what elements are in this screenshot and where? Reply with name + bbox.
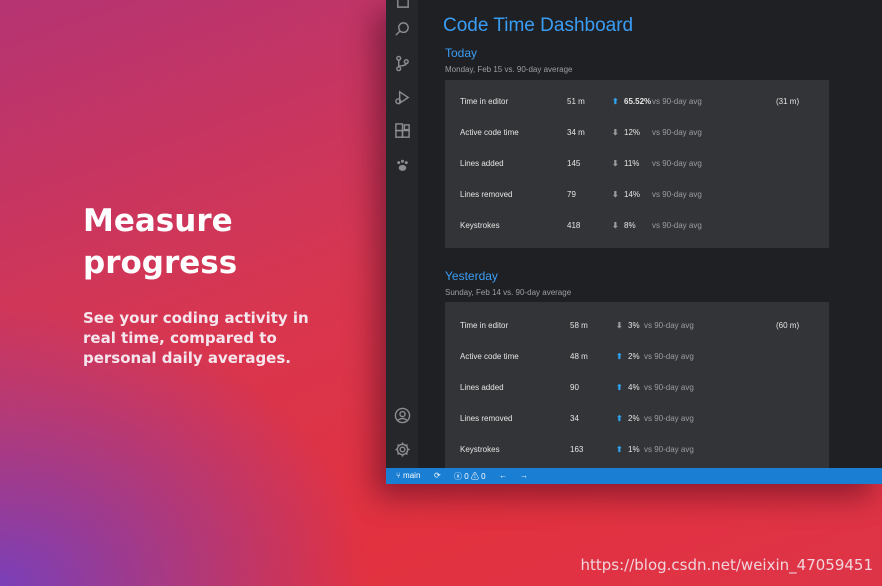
- account-icon[interactable]: [393, 406, 411, 424]
- stat-change: 2%: [628, 352, 640, 361]
- today-stats-card: ⬆ Time in editor 51 m 65.52% vs 90-day avg (3…: [445, 80, 829, 248]
- settings-gear-icon[interactable]: [393, 440, 411, 458]
- stat-comparison: vs 90-day avg: [644, 352, 694, 361]
- stat-change: 65.52%: [624, 97, 652, 106]
- search-icon[interactable]: [393, 20, 411, 38]
- warning-count: 0: [481, 472, 486, 481]
- stat-comparison: vs 90-day avg: [652, 128, 702, 137]
- promo-heading-line2: progress: [83, 245, 238, 281]
- stat-change: 8%: [624, 221, 636, 230]
- arrow-down-icon: ⬇: [612, 159, 619, 168]
- dashboard-title: Code Time Dashboard: [443, 15, 634, 36]
- stat-value: 48 m: [570, 352, 588, 361]
- stat-value: 145: [567, 159, 581, 168]
- sync-icon[interactable]: ⟳: [434, 471, 441, 480]
- stat-row: ⬇ Active code time 34 m 12% vs 90-day avg: [445, 124, 829, 142]
- stat-row: ⬇ Time in editor 58 m 3% vs 90-day avg (60 m): [445, 317, 829, 335]
- stat-value: 51 m: [567, 97, 585, 106]
- today-subtitle: Monday, Feb 15 vs. 90-day average: [445, 65, 573, 74]
- watermark: https://blog.csdn.net/weixin_47059451: [580, 556, 873, 574]
- promo-panel: Measure progress See your coding activit…: [83, 200, 343, 368]
- stat-value: 34: [570, 414, 579, 423]
- stat-metric: Active code time: [460, 128, 519, 137]
- stat-metric: Lines added: [460, 383, 504, 392]
- error-icon: ⓧ: [454, 472, 462, 481]
- stat-value: 58 m: [570, 321, 588, 330]
- today-title: Today: [445, 46, 478, 60]
- stat-average: (60 m): [776, 321, 800, 330]
- arrow-down-icon: ⬇: [612, 221, 619, 230]
- arrow-up-icon: ⬆: [616, 383, 623, 392]
- stat-change: 4%: [628, 383, 640, 392]
- stat-metric: Time in editor: [460, 321, 509, 330]
- yesterday-stats-card: ⬇ Time in editor 58 m 3% vs 90-day avg (60 m)…: [445, 302, 829, 468]
- yesterday-title: Yesterday: [445, 269, 498, 283]
- stat-row: ⬆ Time in editor 51 m 65.52% vs 90-day avg (3…: [445, 93, 829, 111]
- stat-change: 1%: [628, 445, 640, 454]
- branch-name: main: [403, 471, 421, 480]
- back-arrow-icon[interactable]: ←: [499, 471, 507, 480]
- run-debug-icon[interactable]: [393, 88, 411, 106]
- problems-indicator[interactable]: ⓧ 0 ⚠ 0: [454, 471, 486, 482]
- stat-row: ⬆ Keystrokes 163 1% vs 90-day avg: [445, 441, 829, 459]
- stat-change: 11%: [624, 159, 640, 168]
- branch-indicator[interactable]: ⑂ main: [396, 471, 420, 480]
- stat-comparison: vs 90-day avg: [652, 221, 702, 230]
- stat-value: 34 m: [567, 128, 585, 137]
- branch-icon: ⑂: [396, 471, 401, 480]
- code-time-paw-icon[interactable]: [393, 156, 411, 174]
- arrow-down-icon: ⬇: [616, 321, 623, 330]
- stat-metric: Time in editor: [460, 97, 509, 106]
- stat-value: 79: [567, 190, 576, 199]
- stat-change: 3%: [628, 321, 640, 330]
- arrow-up-icon: ⬆: [616, 352, 623, 361]
- stat-metric: Keystrokes: [460, 221, 500, 230]
- stat-change: 2%: [628, 414, 640, 423]
- stat-comparison: vs 90-day avg: [652, 190, 702, 199]
- status-bar: ⑂ main ⟳ ⓧ 0 ⚠ 0 ← →: [386, 468, 882, 484]
- promo-heading-line1: Measure: [83, 203, 233, 239]
- stat-metric: Lines added: [460, 159, 504, 168]
- stat-comparison: vs 90-day avg: [644, 321, 694, 330]
- stat-row: ⬆ Active code time 48 m 2% vs 90-day avg: [445, 348, 829, 366]
- dashboard-view: Code Time Dashboard Today Monday, Feb 15…: [418, 0, 882, 468]
- stat-value: 90: [570, 383, 579, 392]
- stat-change: 12%: [624, 128, 641, 137]
- editor-window: Code Time Dashboard Today Monday, Feb 15…: [386, 0, 882, 484]
- promo-heading: Measure progress: [83, 200, 343, 284]
- stat-metric: Lines removed: [460, 190, 513, 199]
- promo-description: See your coding activity in real time, c…: [83, 309, 309, 367]
- stat-row: ⬇ Lines removed 79 14% vs 90-day avg: [445, 186, 829, 204]
- stat-row: ⬇ Keystrokes 418 8% vs 90-day avg: [445, 217, 829, 235]
- stat-comparison: vs 90-day avg: [652, 97, 702, 106]
- stat-comparison: vs 90-day avg: [644, 383, 694, 392]
- stat-comparison: vs 90-day avg: [652, 159, 702, 168]
- arrow-up-icon: ⬆: [612, 97, 619, 106]
- files-icon[interactable]: [393, 0, 411, 9]
- extensions-icon[interactable]: [393, 122, 411, 140]
- warning-icon: ⚠: [470, 472, 479, 481]
- error-count: 0: [464, 472, 469, 481]
- forward-arrow-icon[interactable]: →: [520, 471, 528, 480]
- stat-comparison: vs 90-day avg: [644, 445, 694, 454]
- arrow-down-icon: ⬇: [612, 128, 619, 137]
- stat-metric: Lines removed: [460, 414, 513, 423]
- stat-change: 14%: [624, 190, 641, 199]
- arrow-up-icon: ⬆: [616, 445, 623, 454]
- stat-value: 163: [570, 445, 584, 454]
- stat-metric: Keystrokes: [460, 445, 500, 454]
- stat-metric: Active code time: [460, 352, 519, 361]
- stat-average: (31 m): [776, 97, 800, 106]
- activity-bar: [386, 0, 418, 468]
- stat-row: ⬆ Lines added 90 4% vs 90-day avg: [445, 379, 829, 397]
- stat-value: 418: [567, 221, 581, 230]
- arrow-down-icon: ⬇: [612, 190, 619, 199]
- yesterday-subtitle: Sunday, Feb 14 vs. 90-day average: [445, 288, 572, 297]
- stat-row: ⬆ Lines removed 34 2% vs 90-day avg: [445, 410, 829, 428]
- source-control-icon[interactable]: [393, 54, 411, 72]
- stat-comparison: vs 90-day avg: [644, 414, 694, 423]
- arrow-up-icon: ⬆: [616, 414, 623, 423]
- stat-row: ⬇ Lines added 145 11% vs 90-day avg: [445, 155, 829, 173]
